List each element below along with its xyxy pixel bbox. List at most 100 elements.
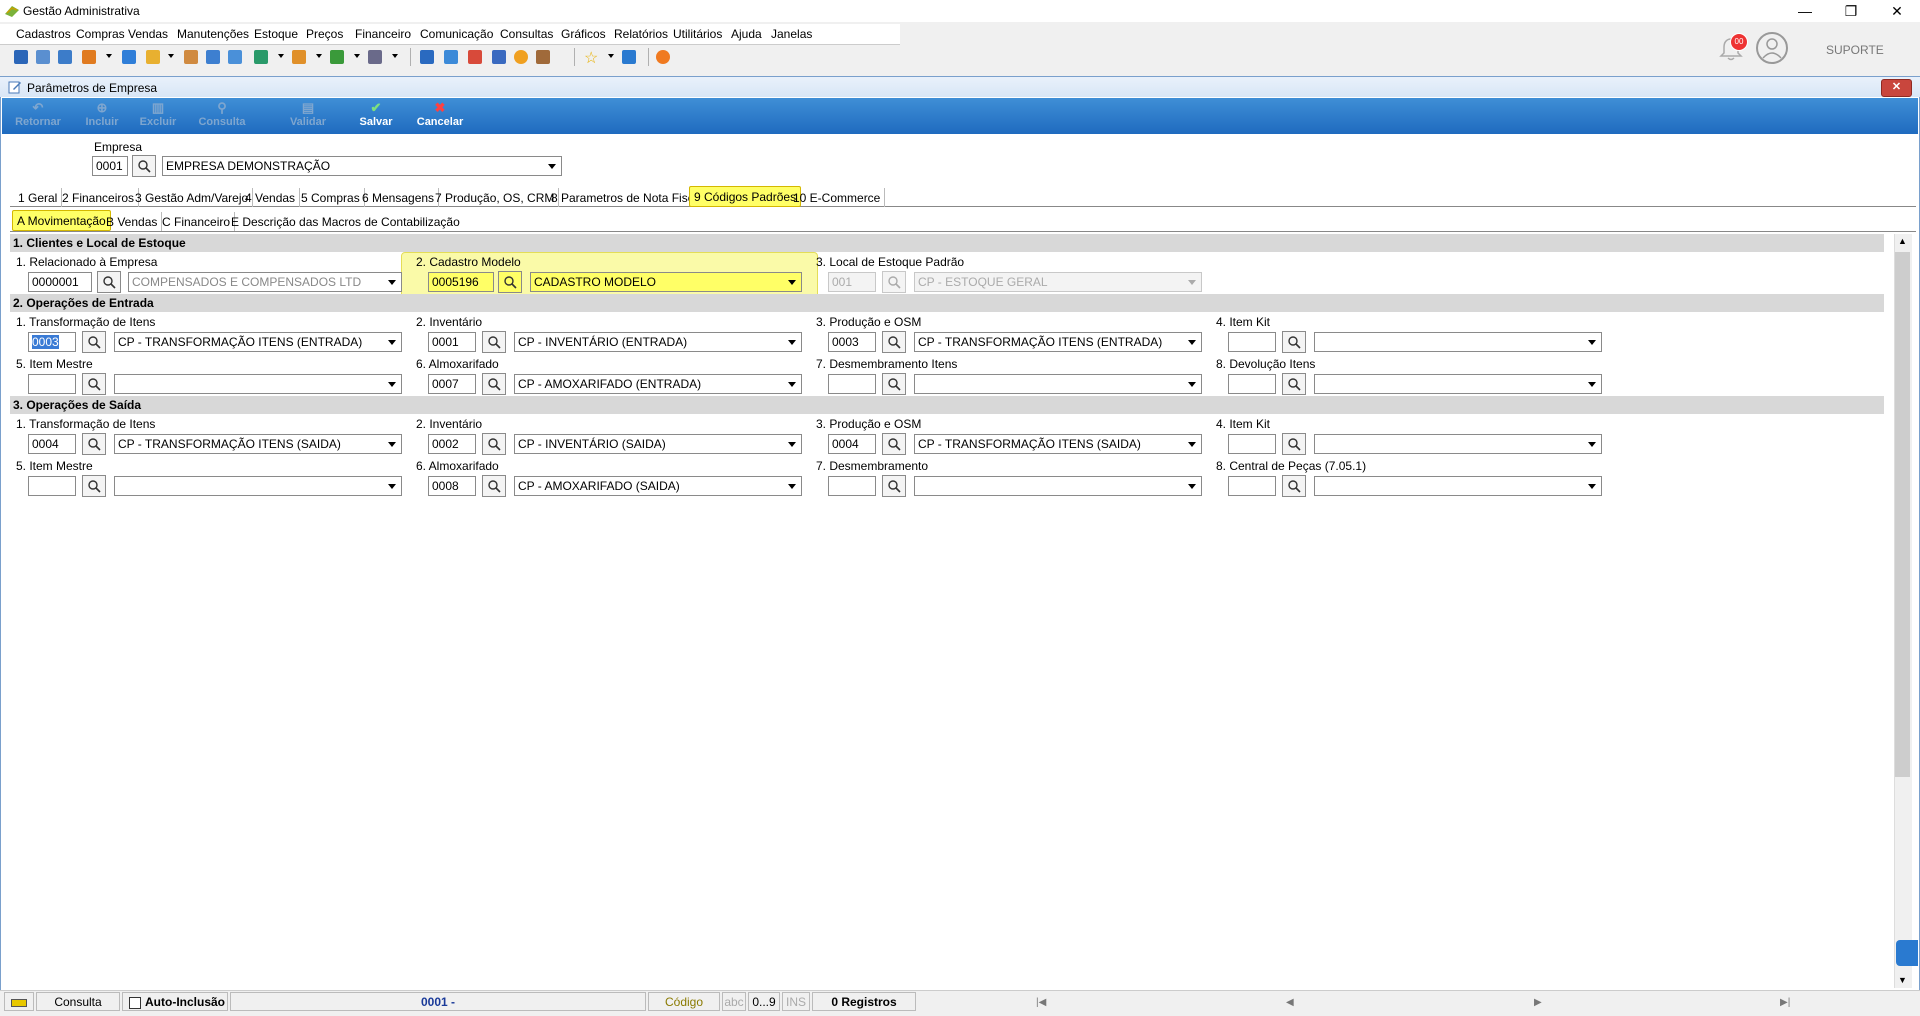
dropdown-arrow-icon[interactable] <box>278 54 284 58</box>
menu-financeiro[interactable]: Financeiro <box>355 27 411 41</box>
calculator-icon[interactable] <box>206 50 220 64</box>
dropdown-arrow-icon[interactable] <box>106 54 112 58</box>
subtab-movimentacao[interactable]: A Movimentação <box>12 210 111 231</box>
entrada-transformacao-select[interactable]: CP - TRANSFORMAÇÃO ITENS (ENTRADA) <box>114 332 402 352</box>
tab-financeiros[interactable]: 2 Financeiros <box>58 188 140 207</box>
entrada-item-mestre-select[interactable] <box>114 374 402 394</box>
tab-producao-os-crm[interactable]: 7 Produção, OS, CRM <box>431 188 560 207</box>
saida-item-mestre-select[interactable] <box>114 476 402 496</box>
people-icon[interactable] <box>36 50 50 64</box>
subtab-macros-contabilizacao[interactable]: E Descrição das Macros de Contabilização <box>227 212 464 231</box>
saida-almoxarifado-select[interactable]: CP - AMOXARIFADO (SAIDA) <box>514 476 802 496</box>
entrada-item-kit-code[interactable] <box>1228 332 1276 352</box>
tab-e-commerce[interactable]: 10 E-Commerce <box>789 188 886 207</box>
menu-comunicacao[interactable]: Comunicação <box>420 27 493 41</box>
saida-almoxarifado-code[interactable]: 0008 <box>428 476 476 496</box>
sheet-icon[interactable] <box>492 50 506 64</box>
entrada-item-mestre-code[interactable] <box>28 374 76 394</box>
star-icon[interactable]: ☆ <box>584 48 598 68</box>
tab-compras[interactable]: 5 Compras <box>297 188 365 207</box>
menu-janelas[interactable]: Janelas <box>771 27 812 41</box>
saida-central-pecas-lookup[interactable] <box>1282 475 1306 497</box>
org-chart-icon[interactable] <box>82 50 96 64</box>
entrada-inventario-select[interactable]: CP - INVENTÁRIO (ENTRADA) <box>514 332 802 352</box>
validar-button[interactable]: ▤ Validar <box>286 101 330 128</box>
subtab-financeiro[interactable]: C Financeiro <box>158 212 236 231</box>
entrada-item-mestre-lookup[interactable] <box>82 373 106 395</box>
dropdown-arrow-icon[interactable] <box>168 54 174 58</box>
remote-support-icon[interactable] <box>1896 940 1918 966</box>
entrada-item-kit-select[interactable] <box>1314 332 1602 352</box>
entrada-item-kit-lookup[interactable] <box>1282 331 1306 353</box>
minimize-button[interactable]: — <box>1782 0 1828 22</box>
saida-item-kit-code[interactable] <box>1228 434 1276 454</box>
saida-inventario-lookup[interactable] <box>482 433 506 455</box>
relacionado-empresa-code[interactable]: 0000001 <box>28 272 92 292</box>
power-icon[interactable] <box>656 50 670 64</box>
excluir-button[interactable]: ▥ Excluir <box>136 101 180 128</box>
notification-badge[interactable]: 00 <box>1730 33 1748 51</box>
dropdown-arrow-icon[interactable] <box>608 54 614 58</box>
user-name[interactable]: SUPORTE <box>1826 43 1884 57</box>
saida-desmembramento-select[interactable] <box>914 476 1202 496</box>
saida-item-mestre-code[interactable] <box>28 476 76 496</box>
card-icon[interactable] <box>58 50 72 64</box>
entrada-inventario-lookup[interactable] <box>482 331 506 353</box>
entrada-transformacao-lookup[interactable] <box>82 331 106 353</box>
truck-icon[interactable] <box>330 50 344 64</box>
saida-transformacao-code[interactable]: 0004 <box>28 434 76 454</box>
saida-item-mestre-lookup[interactable] <box>82 475 106 497</box>
tab-gestao-adm-varejo[interactable]: 3 Gestão Adm/Varejo <box>131 188 254 207</box>
menu-consultas[interactable]: Consultas <box>500 27 553 41</box>
subtab-vendas[interactable]: B Vendas <box>102 212 163 231</box>
menu-estoque[interactable]: Estoque <box>254 27 298 41</box>
menu-compras[interactable]: Compras <box>76 27 125 41</box>
saida-almoxarifado-lookup[interactable] <box>482 475 506 497</box>
auto-inclusao-checkbox[interactable]: Auto-Inclusão <box>122 992 228 1011</box>
saida-item-kit-select[interactable] <box>1314 434 1602 454</box>
list-icon[interactable] <box>228 50 242 64</box>
cart-icon[interactable] <box>254 50 268 64</box>
prev-record-icon[interactable]: ◀ <box>1286 997 1294 1008</box>
saida-central-pecas-code[interactable] <box>1228 476 1276 496</box>
cadastro-modelo-code[interactable]: 0005196 <box>428 272 494 292</box>
user-avatar-icon[interactable] <box>1756 32 1788 64</box>
relacionado-empresa-lookup[interactable] <box>97 271 121 293</box>
user-icon[interactable] <box>184 50 198 64</box>
info-icon[interactable] <box>622 50 636 64</box>
tab-parametros-nota-fiscal[interactable]: 8 Parametros de Nota Fiscal <box>547 188 709 207</box>
empresa-name-select[interactable]: EMPRESA DEMONSTRAÇÃO <box>162 156 562 176</box>
entrada-devolucao-select[interactable] <box>1314 374 1602 394</box>
relacionado-empresa-select[interactable]: COMPENSADOS E COMPENSADOS LTD <box>128 272 402 292</box>
retornar-button[interactable]: ↶ Retornar <box>12 101 64 128</box>
tab-mensagens[interactable]: 6 Mensagens <box>358 188 440 207</box>
entrada-producao-code[interactable]: 0003 <box>828 332 876 352</box>
saida-desmembramento-lookup[interactable] <box>882 475 906 497</box>
consulta-button[interactable]: ⚲ Consulta <box>194 101 250 128</box>
saida-central-pecas-select[interactable] <box>1314 476 1602 496</box>
entrada-producao-lookup[interactable] <box>882 331 906 353</box>
tab-codigos-padroes[interactable]: 9 Códigos Padrões <box>689 186 802 207</box>
menu-cadastros[interactable]: Cadastros <box>16 27 71 41</box>
last-record-icon[interactable]: ▶| <box>1780 997 1790 1008</box>
dropdown-arrow-icon[interactable] <box>354 54 360 58</box>
menu-vendas[interactable]: Vendas <box>128 27 168 41</box>
incluir-button[interactable]: ⊕ Incluir <box>80 101 124 128</box>
local-estoque-code[interactable]: 001 <box>828 272 876 292</box>
saida-producao-select[interactable]: CP - TRANSFORMAÇÃO ITENS (SAIDA) <box>914 434 1202 454</box>
report-icon[interactable] <box>536 50 550 64</box>
saida-desmembramento-code[interactable] <box>828 476 876 496</box>
entrada-producao-select[interactable]: CP - TRANSFORMAÇÃO ITENS (ENTRADA) <box>914 332 1202 352</box>
menu-graficos[interactable]: Gráficos <box>561 27 606 41</box>
saida-transformacao-lookup[interactable] <box>82 433 106 455</box>
saida-inventario-code[interactable]: 0002 <box>428 434 476 454</box>
close-button[interactable]: ✕ <box>1874 0 1920 22</box>
dropdown-arrow-icon[interactable] <box>392 54 398 58</box>
cadastro-modelo-lookup[interactable] <box>498 271 522 293</box>
cancelar-button[interactable]: ✖ Cancelar <box>414 101 466 128</box>
menu-ajuda[interactable]: Ajuda <box>731 27 762 41</box>
entrada-desmembramento-code[interactable] <box>828 374 876 394</box>
empresa-lookup-button[interactable] <box>132 155 156 177</box>
menu-relatorios[interactable]: Relatórios <box>614 27 668 41</box>
empresa-code-input[interactable]: 0001 <box>92 156 128 176</box>
